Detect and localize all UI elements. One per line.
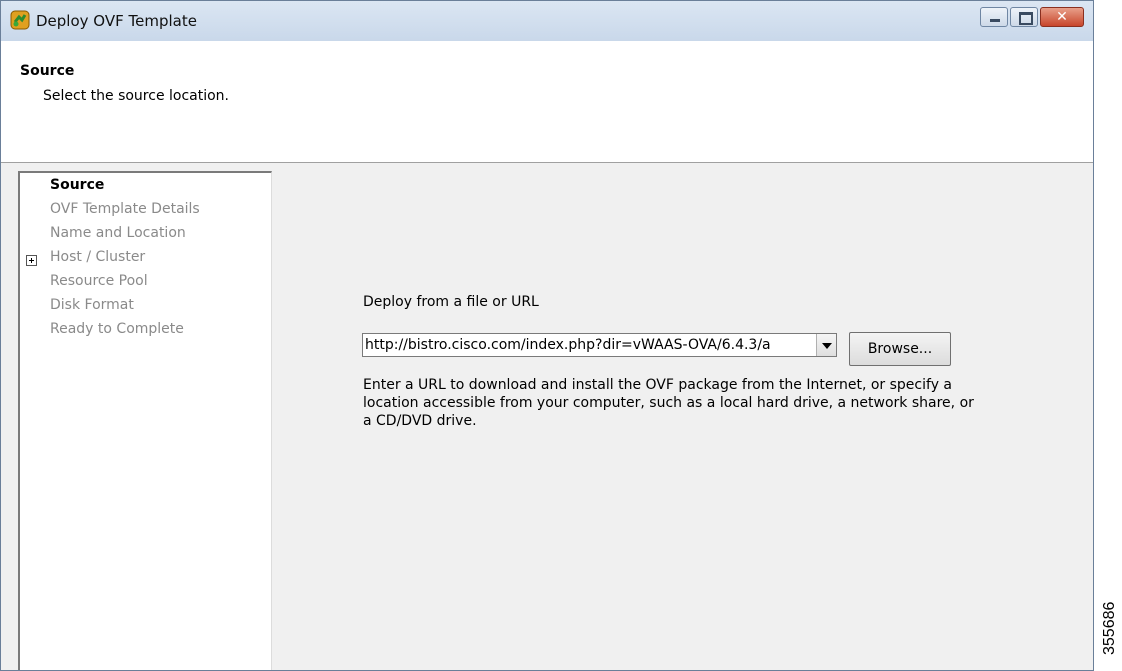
maximize-button[interactable] (1010, 7, 1038, 27)
close-icon: ✕ (1056, 9, 1068, 25)
window-controls: ✕ (978, 7, 1084, 29)
step-ready-to-complete[interactable]: Ready to Complete (50, 321, 184, 337)
page-subtitle: Select the source location. (43, 88, 230, 104)
step-host-cluster[interactable]: Host / Cluster (50, 249, 145, 265)
source-url-combobox[interactable]: http://bistro.cisco.com/index.php?dir=vW… (362, 333, 837, 357)
wizard-step-list: Source OVF Template Details Name and Loc… (18, 171, 272, 670)
step-ovf-template-details[interactable]: OVF Template Details (50, 201, 200, 217)
minimize-icon (990, 19, 1000, 22)
source-url-input[interactable]: http://bistro.cisco.com/index.php?dir=vW… (365, 337, 815, 353)
maximize-icon (1019, 12, 1033, 25)
ovf-deploy-icon (10, 10, 30, 30)
expand-host-cluster-icon[interactable] (26, 255, 37, 266)
close-button[interactable]: ✕ (1040, 7, 1084, 27)
step-disk-format[interactable]: Disk Format (50, 297, 134, 313)
page-title: Source (20, 63, 75, 79)
browse-button[interactable]: Browse... (849, 332, 951, 366)
title-bar[interactable]: Deploy OVF Template ✕ (1, 1, 1093, 42)
wizard-header: Source Select the source location. (1, 41, 1093, 163)
step-name-and-location[interactable]: Name and Location (50, 225, 186, 241)
wizard-body: Source OVF Template Details Name and Loc… (1, 163, 1093, 670)
figure-id: 355686 (1101, 601, 1118, 655)
deploy-source-label: Deploy from a file or URL (363, 294, 539, 310)
minimize-button[interactable] (980, 7, 1008, 27)
deploy-ovf-window: Deploy OVF Template ✕ Source Select the … (0, 0, 1094, 671)
step-resource-pool[interactable]: Resource Pool (50, 273, 148, 289)
source-help-text: Enter a URL to download and install the … (363, 377, 974, 429)
window-title: Deploy OVF Template (36, 12, 197, 30)
dropdown-arrow-icon[interactable] (816, 334, 836, 356)
step-source[interactable]: Source (50, 177, 104, 193)
